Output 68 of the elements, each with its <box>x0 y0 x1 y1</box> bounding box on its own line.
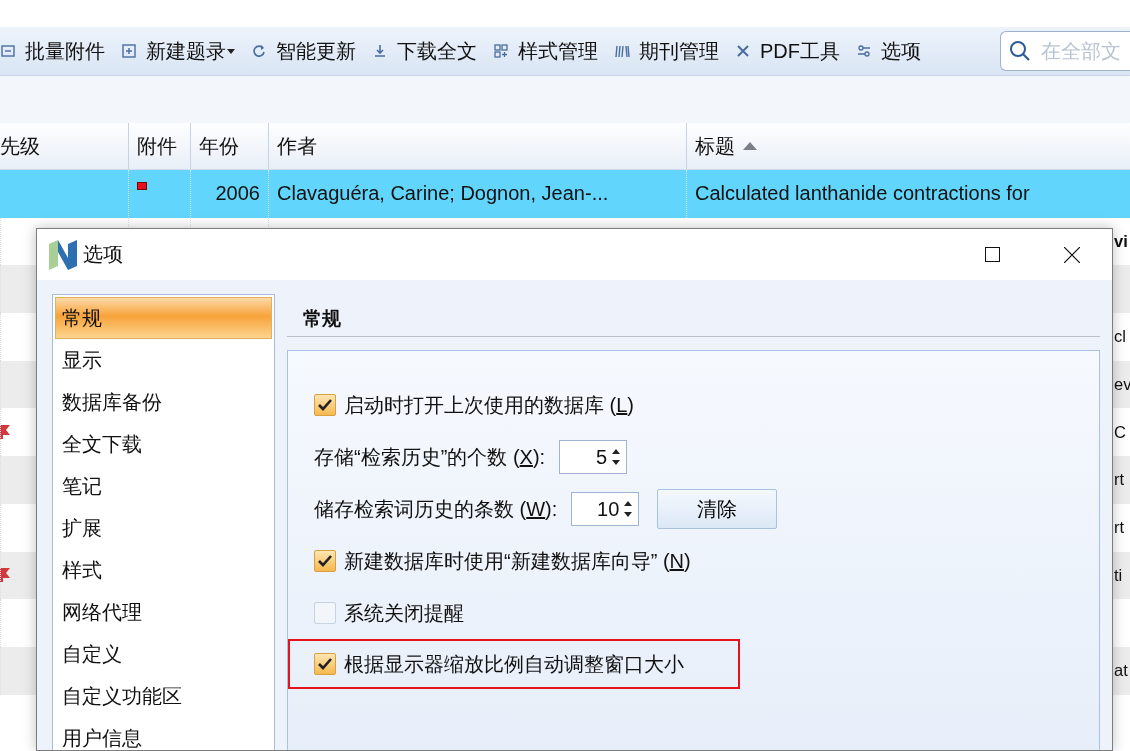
section-heading: 常规 <box>287 294 1100 337</box>
close-icon <box>1064 246 1080 263</box>
sidebar-item[interactable]: 显示 <box>55 339 272 381</box>
search-field[interactable]: 在全部文 <box>1000 31 1130 71</box>
column-header[interactable]: 先级 <box>0 123 128 169</box>
sidebar-item[interactable]: 自定义 <box>55 633 272 675</box>
sidebar-item[interactable]: 扩展 <box>55 507 272 549</box>
sidebar-item[interactable]: 笔记 <box>55 465 272 507</box>
option-label: 根据显示器缩放比例自动调整窗口大小 <box>344 651 684 677</box>
title-cell: Calculated lanthanide contractions for <box>695 182 1030 206</box>
column-header[interactable]: 附件 <box>128 123 190 169</box>
download-icon <box>372 43 388 59</box>
toolbar-button[interactable]: 新建题录 <box>121 37 235 65</box>
toolbar-button[interactable]: 批量附件 <box>0 37 105 65</box>
checkbox[interactable] <box>314 653 336 675</box>
maximize-icon <box>984 247 1000 262</box>
sidebar-item[interactable]: 样式 <box>55 549 272 591</box>
grid-icon <box>493 43 509 59</box>
sidebar-item[interactable]: 用户信息 <box>55 717 272 750</box>
toolbar-button[interactable]: 样式管理 <box>493 37 598 65</box>
checkbox[interactable] <box>314 394 336 416</box>
number-spinner[interactable]: 10 <box>571 492 640 526</box>
title-cell: rt <box>1114 470 1125 490</box>
toolbar-button[interactable]: 期刊管理 <box>614 37 719 65</box>
books-icon <box>614 43 630 59</box>
box-icon <box>0 43 16 59</box>
dialog-title: 选项 <box>83 242 123 267</box>
sliders-icon <box>856 43 872 59</box>
title-cell: cl <box>1114 327 1126 347</box>
column-header[interactable]: 年份 <box>190 123 268 169</box>
option-label: 新建数据库时使用“新建数据库向导” (N) <box>344 548 691 574</box>
check-icon <box>317 657 333 671</box>
option-label: 储存检索词历史的条数 (W): <box>314 496 558 522</box>
option-label: 系统关闭提醒 <box>344 600 464 626</box>
number-spinner[interactable]: 5 <box>559 440 628 474</box>
sidebar-item[interactable]: 数据库备份 <box>55 381 272 423</box>
toolbar-button[interactable]: 选项 <box>856 37 921 65</box>
spin-arrows-icon <box>611 447 622 467</box>
tools-icon <box>735 43 751 59</box>
year-cell: 2006 <box>215 182 260 206</box>
sidebar-item[interactable]: 常规 <box>55 297 272 339</box>
clear-button[interactable]: 清除 <box>657 489 778 529</box>
spin-arrows-icon <box>623 499 634 519</box>
plus-icon <box>121 43 137 59</box>
column-header[interactable]: 作者 <box>268 123 686 169</box>
title-cell: ti <box>1114 565 1123 585</box>
sidebar-item[interactable]: 自定义功能区 <box>55 675 272 717</box>
table-row[interactable]: 2006 Clavaguéra, Carine; Dognon, Jean-... Calculated lanthanide contractions for <box>0 170 1130 218</box>
check-icon <box>317 554 333 568</box>
option-label: 存储“检索历史”的个数 (X): <box>314 444 546 470</box>
toolbar-button[interactable]: PDF工具 <box>735 37 840 65</box>
toolbar-button[interactable]: 下载全文 <box>372 37 477 65</box>
toolbar-button[interactable]: 智能更新 <box>251 37 356 65</box>
sidebar-item[interactable]: 全文下载 <box>55 423 272 465</box>
title-cell: C <box>1114 422 1126 442</box>
title-cell: rt <box>1114 518 1125 538</box>
title-cell: vi <box>1114 232 1128 252</box>
app-logo-icon <box>49 239 77 270</box>
option-label: 启动时打开上次使用的数据库 (L) <box>344 392 634 418</box>
title-cell: at <box>1114 661 1128 681</box>
search-icon <box>1009 40 1031 62</box>
check-icon <box>317 398 333 412</box>
refresh-icon <box>251 43 267 59</box>
checkbox[interactable] <box>314 550 336 572</box>
column-header[interactable]: 标题 <box>686 123 1130 169</box>
checkbox[interactable] <box>314 602 336 624</box>
sidebar-item[interactable]: 网络代理 <box>55 591 272 633</box>
author-cell: Clavaguéra, Carine; Dognon, Jean-... <box>277 182 609 206</box>
